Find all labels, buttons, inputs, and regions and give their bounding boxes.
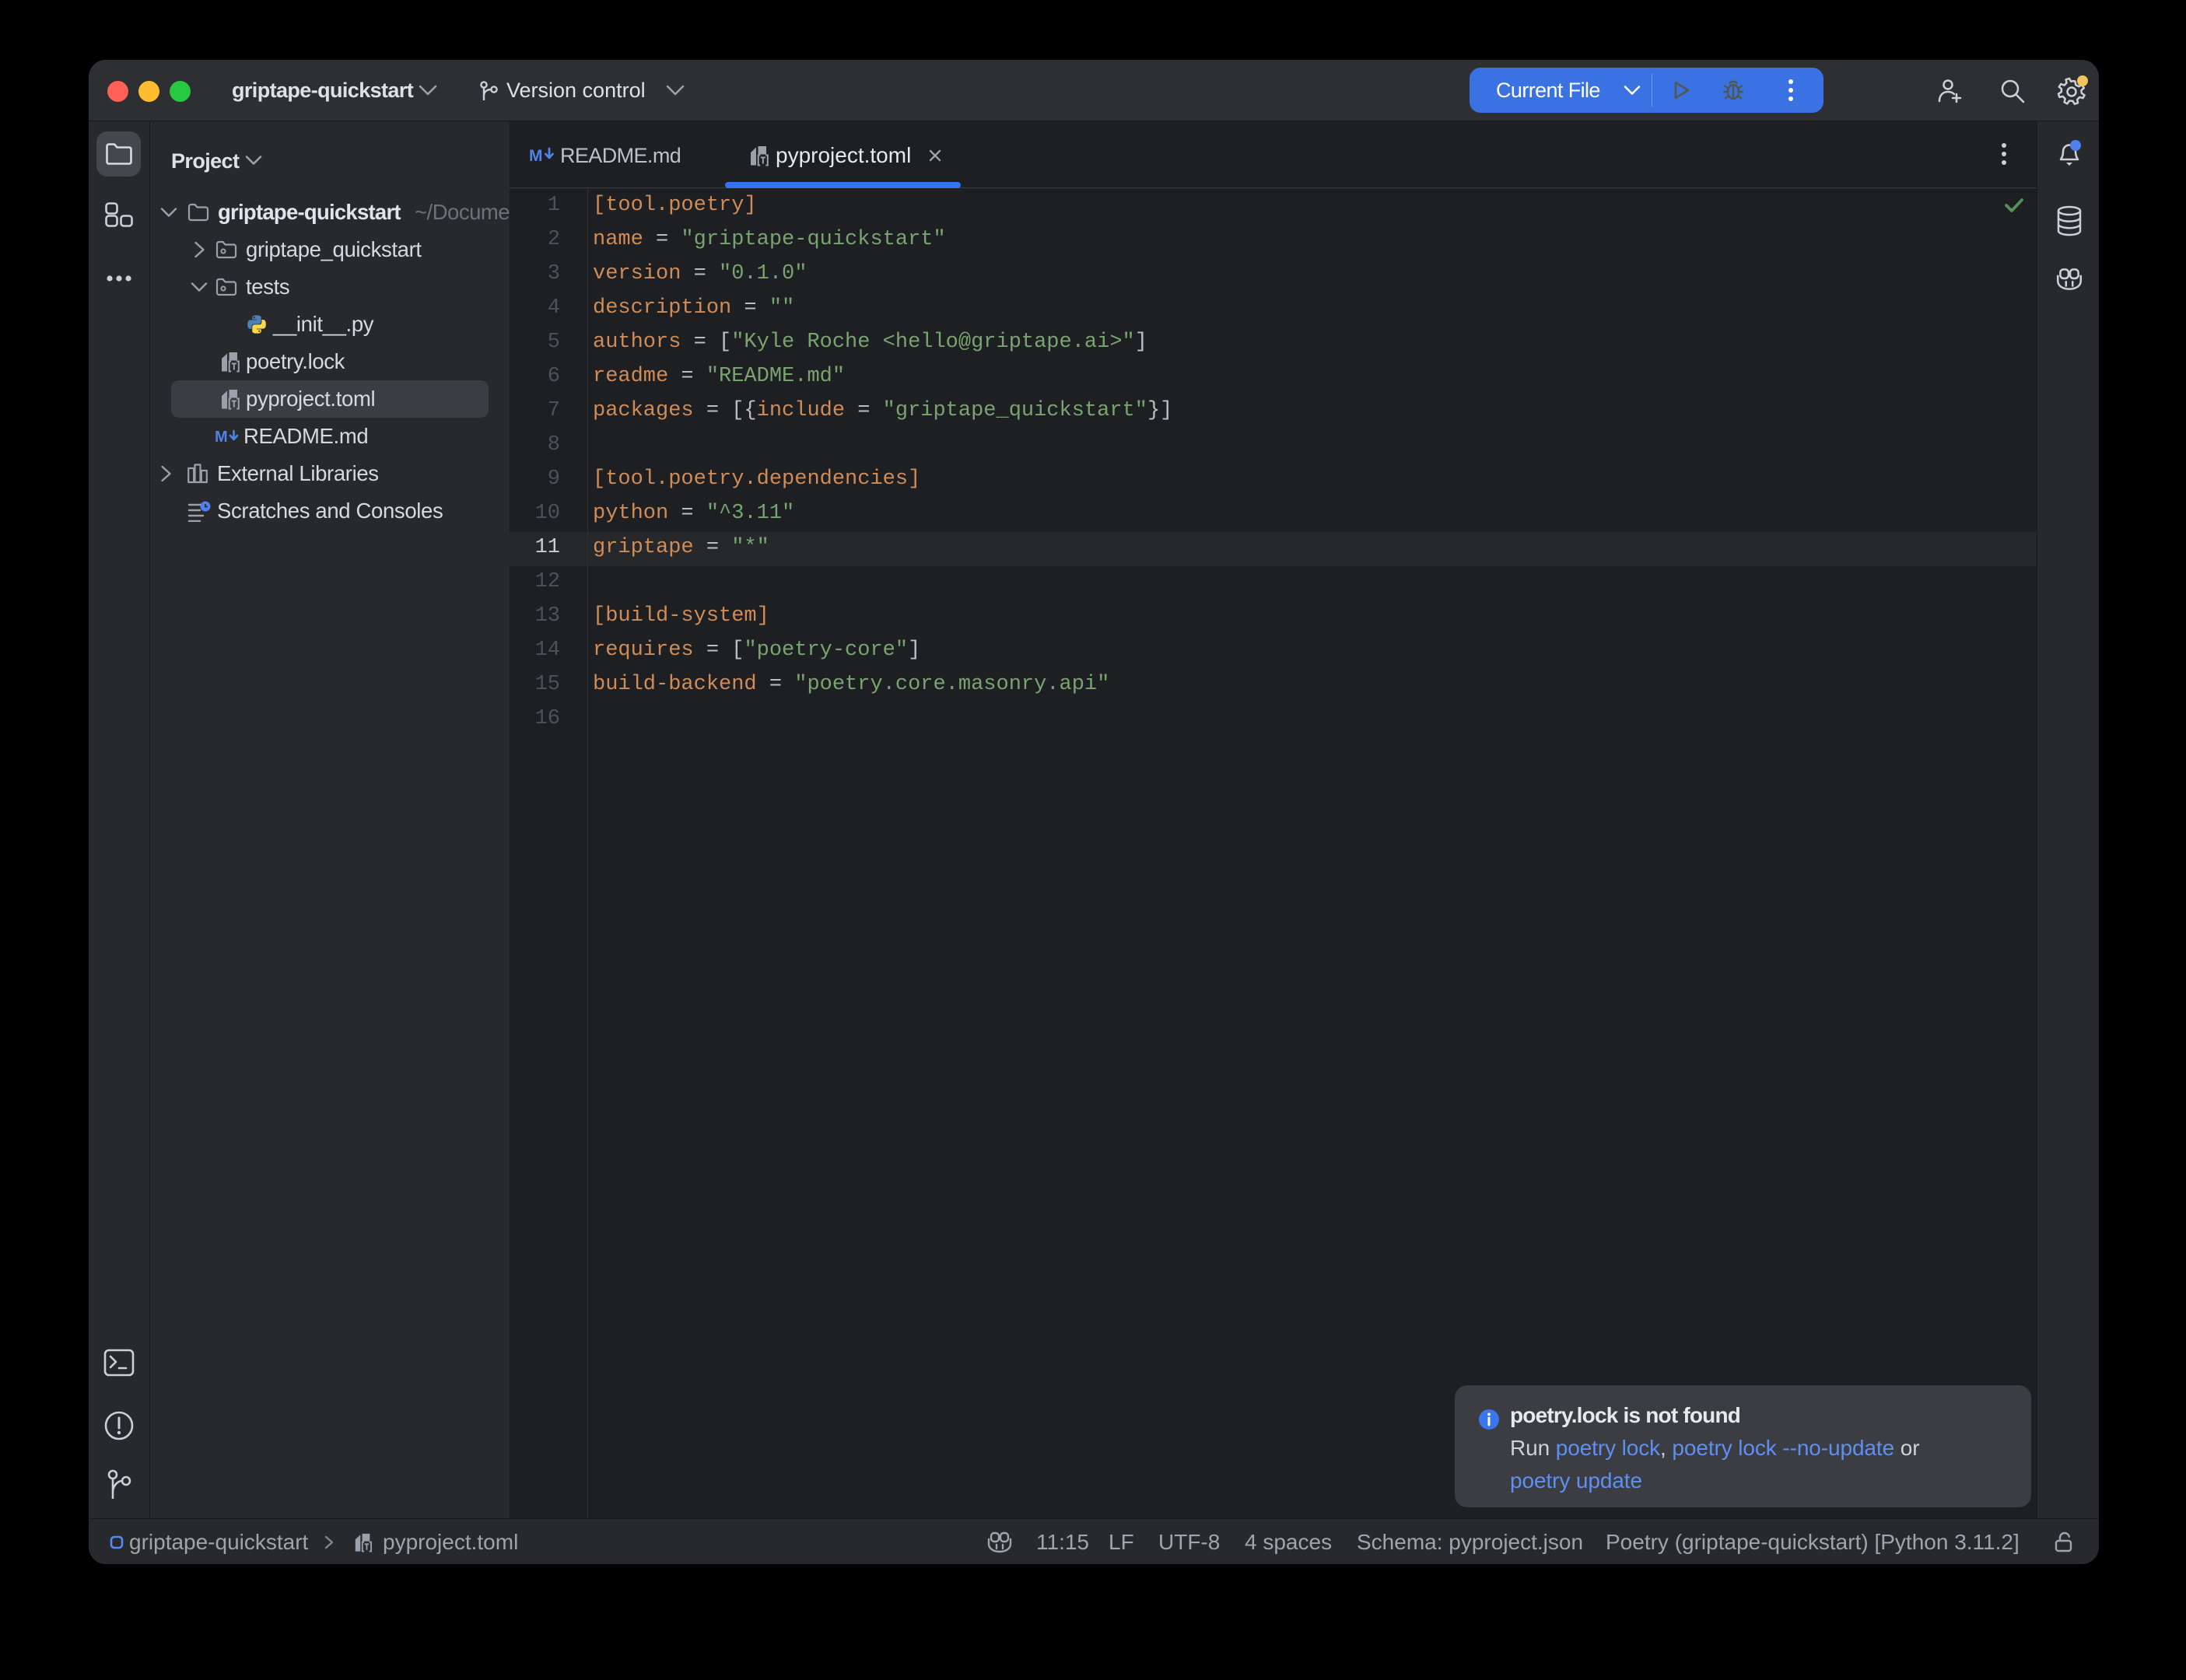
svg-text:M: M (529, 147, 543, 165)
svg-text:M: M (215, 429, 228, 445)
